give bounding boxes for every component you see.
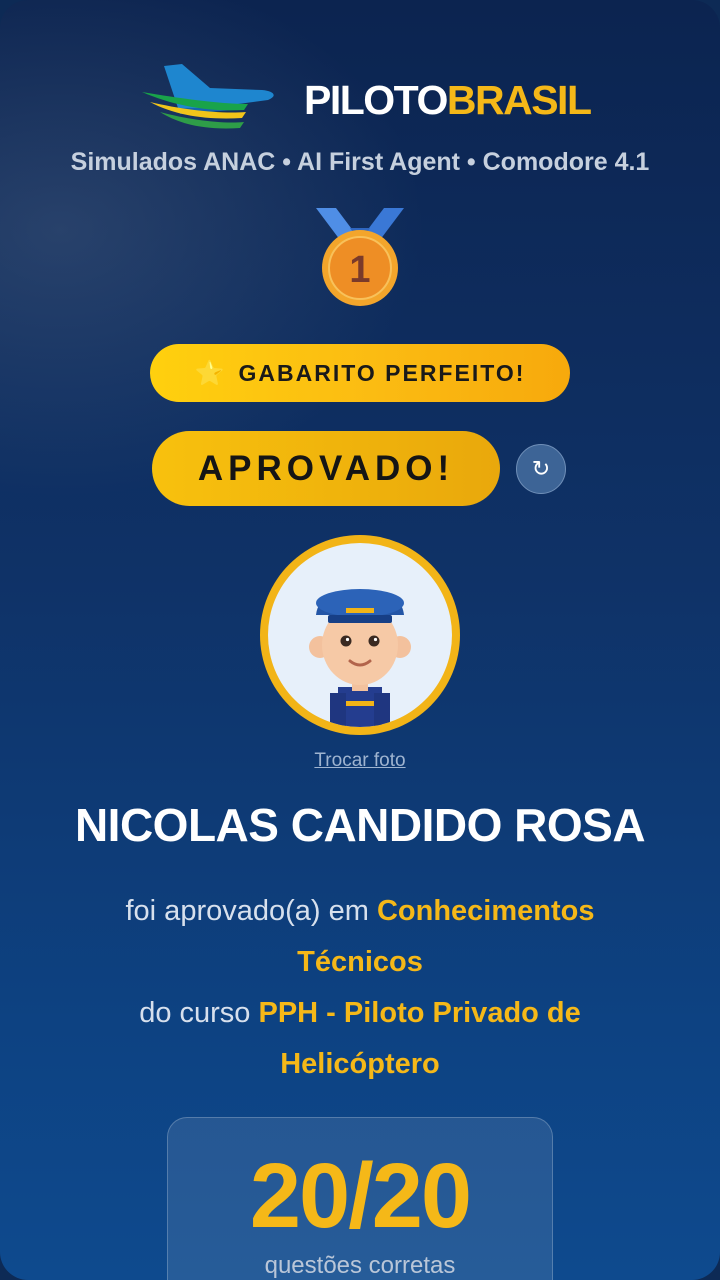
- score-label: questões corretas: [264, 1252, 456, 1279]
- brand-name-part2: BRASIL: [446, 77, 592, 123]
- perfect-score-label: GABARITO PERFEITO!: [238, 359, 526, 386]
- tagline: Simulados ANAC • AI First Agent • Comodo…: [70, 148, 650, 176]
- medal-rank: 1: [349, 249, 370, 291]
- approved-button[interactable]: APROVADO!: [152, 431, 500, 506]
- medal-icon: 1: [316, 208, 404, 306]
- course-prefix: do curso: [139, 997, 259, 1029]
- star-icon: ⭐: [194, 359, 225, 387]
- airplane-logo-icon: [142, 64, 274, 129]
- refresh-button[interactable]: ↻: [516, 444, 566, 494]
- avatar-image: [268, 543, 452, 727]
- change-photo-link[interactable]: Trocar foto: [0, 750, 720, 772]
- pilot-avatar-icon: [309, 589, 411, 727]
- avatar[interactable]: [260, 535, 460, 735]
- refresh-icon: ↻: [531, 456, 551, 481]
- course-name: PPH - Piloto Privado de Helicóptero: [258, 997, 581, 1080]
- score-value: 20/20: [249, 1145, 472, 1247]
- approval-description: foi aprovado(a) em Conhecimentos Técnico…: [90, 886, 630, 1090]
- score-card: 20/20 questões corretas: [167, 1117, 553, 1280]
- student-name: NICOLAS CANDIDO ROSA: [74, 799, 646, 851]
- approval-prefix: foi aprovado(a) em: [125, 895, 377, 927]
- certificate-screen: PILOTOBRASIL Simulados ANAC • AI First A…: [0, 0, 720, 1280]
- brand-name: PILOTOBRASIL: [304, 74, 592, 126]
- perfect-score-badge: ⭐ GABARITO PERFEITO!: [150, 344, 570, 402]
- brand-name-part1: PILOTO: [304, 77, 448, 123]
